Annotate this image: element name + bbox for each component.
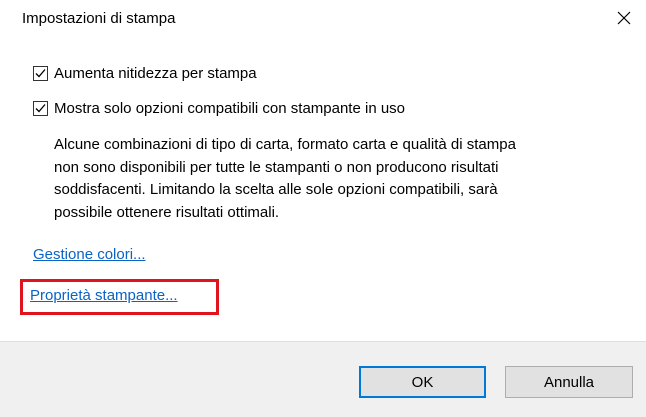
ok-button[interactable]: OK [359, 366, 486, 398]
compatible-only-option[interactable]: Mostra solo opzioni compatibili con stam… [33, 99, 405, 119]
description-line: non sono disponibili per tutte le stampa… [54, 158, 499, 176]
description-line: Alcune combinazioni di tipo di carta, fo… [54, 136, 516, 153]
color-management-link[interactable]: Gestione colori... [33, 246, 146, 263]
title-bar: Impostazioni di stampa [0, 0, 646, 40]
sharpen-option[interactable]: Aumenta nitidezza per stampa [33, 64, 257, 84]
sharpen-checkbox[interactable] [33, 66, 48, 81]
compatible-only-description: Alcune combinazioni di tipo di carta, fo… [54, 134, 644, 224]
printer-properties-link[interactable]: Proprietà stampante... [30, 287, 178, 304]
close-icon [617, 11, 631, 30]
description-line: possibile ottenere risultati ottimali. [54, 203, 280, 221]
close-button[interactable] [608, 4, 640, 36]
compatible-only-label: Mostra solo opzioni compatibili con stam… [54, 100, 406, 117]
compatible-only-checkbox[interactable] [33, 101, 48, 116]
description-line: soddisfacenti. Limitando la scelta alle … [54, 181, 498, 198]
dialog-title: Impostazioni di stampa [22, 10, 176, 27]
dialog-footer: OK Annulla [0, 341, 646, 417]
checkmark-icon [35, 104, 46, 113]
sharpen-label: Aumenta nitidezza per stampa [54, 65, 257, 82]
cancel-button[interactable]: Annulla [505, 366, 633, 398]
dialog-content: Aumenta nitidezza per stampa Mostra solo… [0, 40, 646, 341]
checkmark-icon [35, 69, 46, 78]
